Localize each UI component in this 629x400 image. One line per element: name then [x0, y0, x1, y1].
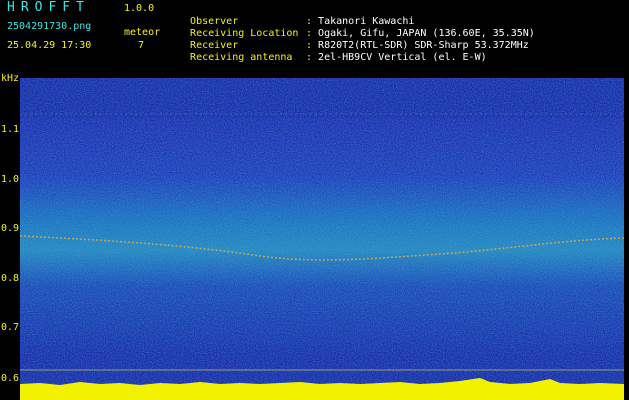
meteor-label: meteor — [124, 27, 161, 38]
timestamp: 25.04.29 17:30 — [7, 40, 92, 51]
y-tick: 0.9 — [1, 223, 20, 234]
file-name: 2504291730.png — [7, 21, 92, 32]
info-key: Receiving antenna — [190, 52, 293, 63]
y-tick: 0.7 — [1, 322, 20, 333]
y-tick: 1.0 — [1, 174, 20, 185]
info-value: 2el-HB9CV Vertical (el. E-W) — [318, 52, 487, 63]
app-title: HROFFT — [7, 0, 90, 15]
y-axis-unit: kHz — [1, 73, 20, 84]
info-separator: : — [306, 52, 313, 63]
meteor-count: 7 — [138, 40, 145, 51]
noise-texture — [20, 78, 624, 400]
spectrogram — [20, 78, 624, 400]
y-tick: 1.1 — [1, 124, 20, 135]
y-tick: 0.6 — [1, 373, 20, 384]
info-row-antenna: Receiving antenna:2el-HB9CV Vertical (el… — [178, 40, 487, 64]
y-tick: 0.8 — [1, 273, 20, 284]
app-version: 1.0.0 — [124, 3, 155, 14]
